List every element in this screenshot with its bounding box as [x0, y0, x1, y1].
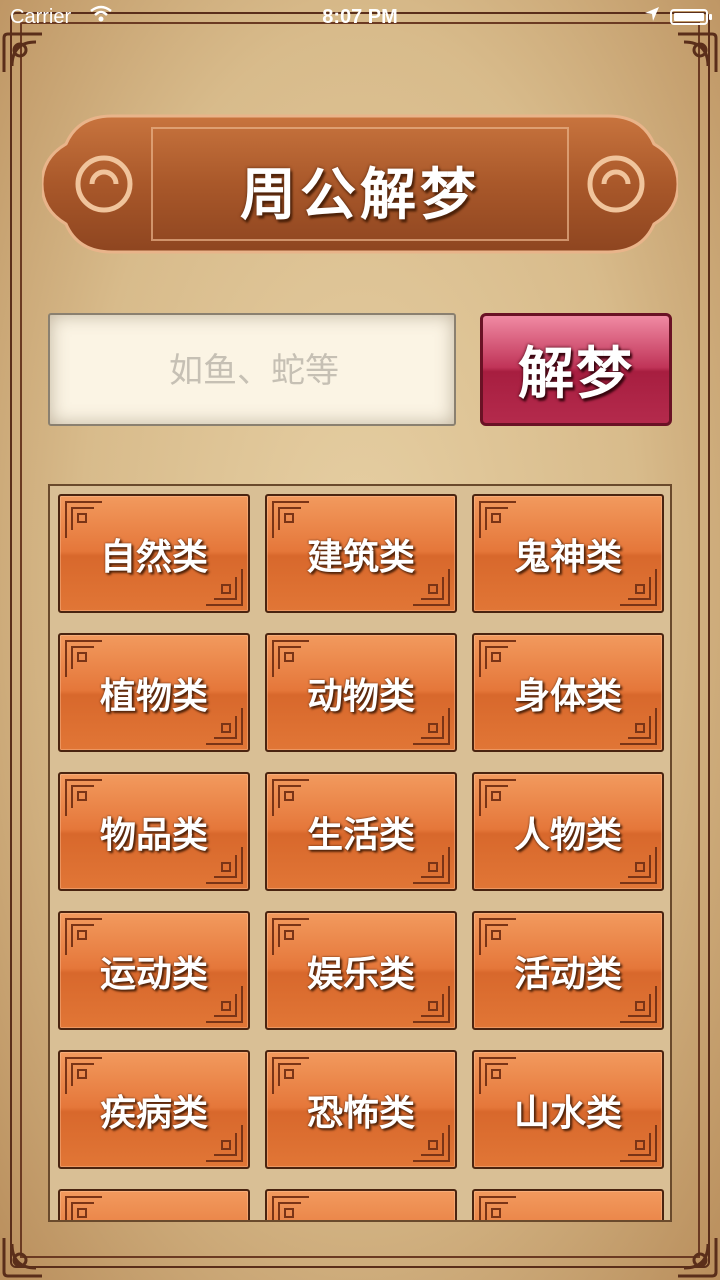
category-label: 生活类 — [306, 814, 415, 856]
corner-ornament-icon — [64, 1056, 104, 1096]
category-button[interactable]: 疾病类 — [58, 1050, 250, 1169]
corner-ornament-icon — [64, 778, 104, 818]
corner-ornament-icon — [478, 500, 518, 540]
status-time: 8:07 PM — [322, 6, 398, 28]
category-button[interactable] — [265, 1189, 457, 1220]
category-button[interactable]: 人物类 — [472, 772, 664, 891]
corner-ornament-icon — [411, 706, 451, 746]
category-button[interactable]: 生活类 — [265, 772, 457, 891]
corner-ornament-icon — [271, 778, 311, 818]
category-button[interactable]: 身体类 — [472, 633, 664, 752]
category-label: 运动类 — [99, 953, 208, 995]
category-label: 物品类 — [99, 814, 208, 856]
category-button[interactable]: 动物类 — [265, 633, 457, 752]
corner-ornament-icon — [411, 845, 451, 885]
category-label: 身体类 — [513, 675, 622, 717]
category-label: 活动类 — [513, 953, 622, 995]
category-label: 动物类 — [306, 675, 415, 717]
corner-ornament-icon — [478, 1195, 518, 1220]
category-label: 植物类 — [99, 675, 208, 717]
search-field-container — [48, 313, 458, 426]
corner-ornament-icon — [271, 1195, 311, 1220]
corner-ornament-icon — [618, 567, 658, 607]
category-button[interactable]: 建筑类 — [265, 494, 457, 613]
category-button[interactable]: 娱乐类 — [265, 911, 457, 1030]
corner-ornament-icon — [618, 984, 658, 1024]
app-title: 周公解梦 — [240, 163, 480, 228]
category-button[interactable]: 植物类 — [58, 633, 250, 752]
corner-ornament-icon — [271, 917, 311, 957]
corner-ornament-icon — [64, 1195, 104, 1220]
corner-ornament-icon — [618, 706, 658, 746]
title-banner: 周公解梦 — [42, 114, 678, 254]
corner-ornament-icon — [204, 567, 244, 607]
corner-ornament-icon — [204, 845, 244, 885]
corner-ornament-icon — [271, 500, 311, 540]
corner-ornament-icon — [64, 917, 104, 957]
category-button[interactable] — [472, 1189, 664, 1220]
category-label: 恐怖类 — [306, 1092, 415, 1134]
corner-ornament-icon — [478, 778, 518, 818]
category-grid: 自然类 建筑类 鬼神类 植物类 动物类 身体类 物品类 生活类 人物类 运动类 … — [58, 494, 664, 1220]
category-button[interactable]: 恐怖类 — [265, 1050, 457, 1169]
corner-ornament-icon — [271, 639, 311, 679]
category-label: 自然类 — [99, 536, 208, 578]
interpret-dream-button[interactable]: 解梦 — [480, 313, 672, 426]
category-label: 建筑类 — [306, 536, 415, 578]
category-label: 山水类 — [513, 1092, 622, 1134]
corner-ornament-icon — [0, 30, 46, 76]
category-button[interactable]: 活动类 — [472, 911, 664, 1030]
category-button[interactable]: 物品类 — [58, 772, 250, 891]
search-input[interactable] — [50, 315, 458, 426]
category-button[interactable]: 运动类 — [58, 911, 250, 1030]
corner-ornament-icon — [674, 30, 720, 76]
corner-ornament-icon — [204, 706, 244, 746]
category-button[interactable] — [58, 1189, 250, 1220]
corner-ornament-icon — [411, 567, 451, 607]
category-button[interactable]: 山水类 — [472, 1050, 664, 1169]
location-arrow-icon — [644, 6, 660, 27]
status-bar: Carrier 8:07 PM — [0, 0, 720, 36]
category-label: 鬼神类 — [513, 536, 622, 578]
corner-ornament-icon — [411, 984, 451, 1024]
corner-ornament-icon — [478, 917, 518, 957]
corner-ornament-icon — [618, 845, 658, 885]
corner-ornament-icon — [64, 639, 104, 679]
corner-ornament-icon — [64, 500, 104, 540]
corner-ornament-icon — [478, 639, 518, 679]
category-button[interactable]: 鬼神类 — [472, 494, 664, 613]
category-panel[interactable]: 自然类 建筑类 鬼神类 植物类 动物类 身体类 物品类 生活类 人物类 运动类 … — [48, 484, 672, 1222]
corner-ornament-icon — [271, 1056, 311, 1096]
corner-ornament-icon — [478, 1056, 518, 1096]
category-button[interactable]: 自然类 — [58, 494, 250, 613]
corner-ornament-icon — [204, 984, 244, 1024]
corner-ornament-icon — [618, 1123, 658, 1163]
corner-ornament-icon — [0, 1234, 46, 1280]
interpret-dream-button-label: 解梦 — [518, 342, 634, 407]
category-label: 疾病类 — [99, 1092, 208, 1134]
category-label: 娱乐类 — [306, 953, 415, 995]
category-label: 人物类 — [513, 814, 622, 856]
corner-ornament-icon — [411, 1123, 451, 1163]
battery-icon — [670, 9, 712, 25]
corner-ornament-icon — [674, 1234, 720, 1280]
corner-ornament-icon — [204, 1123, 244, 1163]
